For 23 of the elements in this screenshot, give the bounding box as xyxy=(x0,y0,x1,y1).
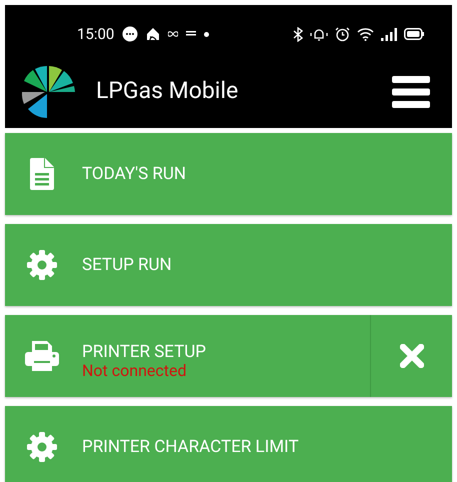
connection-status: Not connected xyxy=(82,362,188,380)
infinity-icon xyxy=(168,31,178,37)
menu-item[interactable]: PRINTER CHARACTER LIMIT xyxy=(5,406,452,482)
dot-icon xyxy=(204,32,210,36)
close-icon xyxy=(400,344,424,368)
bell-muted-icon xyxy=(310,26,328,42)
bluetooth-icon xyxy=(293,26,303,42)
printer-icon xyxy=(25,341,59,371)
wifi-icon xyxy=(357,27,374,41)
menu-item-label: PRINTER SETUP xyxy=(82,342,206,362)
menu-item[interactable]: TODAY'S RUN xyxy=(5,133,452,215)
document-icon xyxy=(30,158,54,190)
menu-item-label: SETUP RUN xyxy=(82,255,172,275)
app-title: LPGas Mobile xyxy=(96,76,238,106)
status-time: 15:00 xyxy=(77,24,114,45)
alarm-icon xyxy=(335,26,350,42)
signal-icon xyxy=(381,28,397,40)
menu-item[interactable]: SETUP RUN xyxy=(5,224,452,306)
menu-icon[interactable] xyxy=(392,76,430,108)
menu-item-label: TODAY'S RUN xyxy=(82,164,186,184)
menu-item-label: PRINTER CHARACTER LIMIT xyxy=(82,437,299,457)
battery-icon xyxy=(404,28,424,40)
chat-icon xyxy=(122,26,138,42)
